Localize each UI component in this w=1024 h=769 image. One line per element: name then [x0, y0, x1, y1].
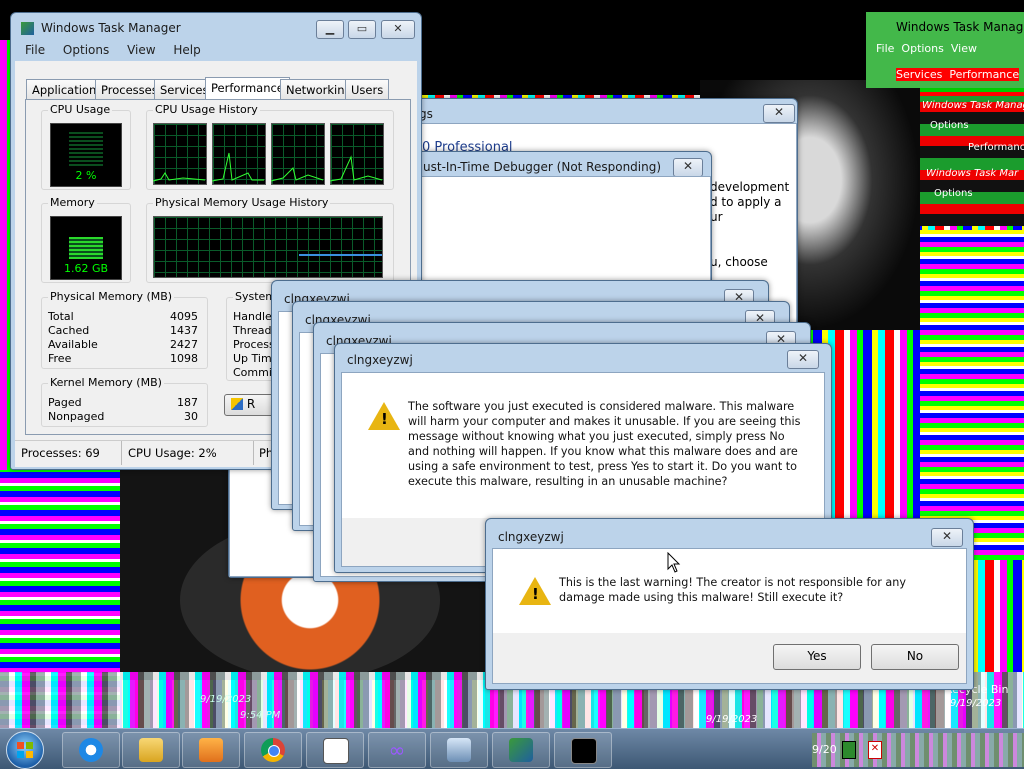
phys-row-total: Total 4095: [48, 310, 198, 323]
media-player-icon[interactable]: [182, 732, 240, 768]
memory-history-graph: [153, 216, 383, 278]
tray-taskmgr-icon[interactable]: [842, 741, 856, 759]
phys-row-available: Available 2427: [48, 338, 198, 351]
maximize-button[interactable]: ▭: [348, 20, 376, 39]
ghost-menu-file: File: [876, 42, 895, 55]
desktop-date-1: 9/19/2023: [200, 694, 252, 705]
kernel-row-paged: Paged 187: [48, 396, 198, 409]
malware-warning-message: The software you just executed is consid…: [408, 400, 801, 488]
tray-network-error-icon[interactable]: ✕: [868, 741, 882, 759]
status-processes: Processes: 69: [21, 446, 100, 460]
notepad-icon[interactable]: [306, 732, 364, 768]
memory-label: Memory: [48, 196, 97, 209]
cpu-usage-value: 2 %: [75, 169, 97, 182]
internet-explorer-icon[interactable]: [62, 732, 120, 768]
file-explorer-icon[interactable]: [122, 732, 180, 768]
malware-warning-close-button[interactable]: ✕: [787, 350, 819, 369]
visual-studio-icon[interactable]: ∞: [368, 732, 426, 768]
chrome-icon[interactable]: [244, 732, 302, 768]
physical-memory-group: Physical Memory (MB) Total 4095 Cached 143…: [41, 290, 208, 369]
ghost-taskmgr: Windows Task Manager File Options View S…: [866, 12, 1024, 88]
kernel-row-nonpaged: Nonpaged 30: [48, 410, 198, 423]
jit-debugger-title: ust-In-Time Debugger (Not Responding): [423, 160, 662, 174]
ghost-taskmgr-3-title: Windows Task Mar: [926, 168, 1019, 179]
cpu-history-group: CPU Usage History: [146, 103, 394, 190]
menu-view[interactable]: View: [127, 43, 155, 57]
desktop-time: 9:54 PM: [240, 710, 281, 721]
last-warning-title: clngxeyzwj: [498, 530, 564, 544]
kernel-memory-group: Kernel Memory (MB) Paged 187 Nonpaged 30: [41, 376, 208, 427]
background-window-text: development d to apply a ur u, choose: [710, 180, 789, 270]
tab-performance[interactable]: Performance: [205, 77, 290, 101]
malware-warning-title: clngxeyzwj: [347, 353, 413, 367]
memory-history-label: Physical Memory Usage History: [153, 196, 331, 209]
system-tray: 9/20 ✕: [812, 733, 1024, 767]
physical-memory-title: Physical Memory (MB): [48, 290, 175, 303]
warning-icon: !: [519, 577, 551, 605]
kernel-memory-title: Kernel Memory (MB): [48, 376, 164, 389]
memory-group: Memory 1.62 GB: [41, 196, 131, 283]
task-manager-taskbar-icon[interactable]: [492, 732, 550, 768]
memory-history-group: Physical Memory Usage History: [146, 196, 394, 283]
background-window-close-button[interactable]: ✕: [763, 104, 795, 123]
cpu-history-label: CPU Usage History: [153, 103, 260, 116]
ghost-taskmgr-2: Windows Task Manag Options Performanc Wi…: [920, 96, 1024, 226]
no-button[interactable]: No: [871, 644, 959, 670]
yes-button[interactable]: Yes: [773, 644, 861, 670]
memory-value: 1.62 GB: [63, 262, 109, 275]
taskbar-clock-fragment: 9/20: [812, 743, 837, 756]
bg-line-2: d to apply a: [710, 195, 782, 209]
desktop-date-3: 9/19/2023: [950, 698, 1002, 709]
resource-monitor-label: R: [246, 397, 256, 411]
status-cpu: CPU Usage: 2%: [128, 446, 217, 460]
start-orb-icon[interactable]: [6, 731, 44, 769]
bg-line-4: u, choose: [710, 255, 768, 269]
phys-row-cached: Cached 1437: [48, 324, 198, 337]
ghost-taskmgr-2-title: Windows Task Manag: [922, 100, 1024, 111]
memory-meter: 1.62 GB: [50, 216, 122, 280]
cpu-usage-meter: 2 %: [50, 123, 122, 187]
taskbar: ∞ 9/20 ✕: [0, 728, 1024, 769]
cpu-history-lines: [153, 152, 383, 182]
menu-help[interactable]: Help: [173, 43, 200, 57]
ghost-taskmgr-2-menu: Options: [930, 120, 969, 131]
menu-options[interactable]: Options: [63, 43, 109, 57]
ghost-tab-services: Services: [896, 68, 943, 81]
close-button[interactable]: ✕: [381, 20, 415, 39]
task-manager-menubar: File Options View Help: [25, 43, 215, 57]
jit-debugger-close-button[interactable]: ✕: [673, 158, 703, 177]
cpu-usage-group: CPU Usage 2 %: [41, 103, 131, 190]
system-row-commit: Commit: [233, 366, 277, 379]
ghost-tab-performance: Performance: [949, 68, 1020, 81]
task-manager-app-icon: [21, 22, 34, 35]
last-warning-message: This is the last warning! The creator is…: [559, 576, 906, 604]
task-manager-title: Windows Task Manager: [41, 21, 181, 35]
cpu-usage-label: CPU Usage: [48, 103, 113, 116]
control-panel-icon[interactable]: [430, 732, 488, 768]
ghost-taskmgr-3-menu: Options: [934, 188, 973, 199]
phys-row-free: Free 1098: [48, 352, 198, 365]
shield-icon: [231, 398, 243, 410]
ghost-menu-view: View: [950, 42, 977, 55]
bg-line-3: ur: [710, 210, 723, 224]
desktop-date-2: 9/19/2023: [706, 714, 758, 725]
last-warning-dialog[interactable]: clngxeyzwj ✕ ! This is the last warning!…: [485, 518, 974, 690]
menu-file[interactable]: File: [25, 43, 45, 57]
ghost-taskmgr-title: Windows Task Manager: [896, 20, 1024, 34]
tab-users[interactable]: Users: [345, 79, 390, 100]
mouse-cursor-icon: [667, 552, 681, 573]
minimize-button[interactable]: ▁: [316, 20, 344, 39]
last-warning-close-button[interactable]: ✕: [931, 528, 963, 547]
bg-line-1: development: [710, 180, 790, 194]
warning-icon: !: [368, 402, 400, 430]
ghost-menu-options: Options: [901, 42, 944, 55]
cmd-icon[interactable]: [554, 732, 612, 768]
ghost-taskmgr-2-tab: Performanc: [968, 142, 1024, 153]
